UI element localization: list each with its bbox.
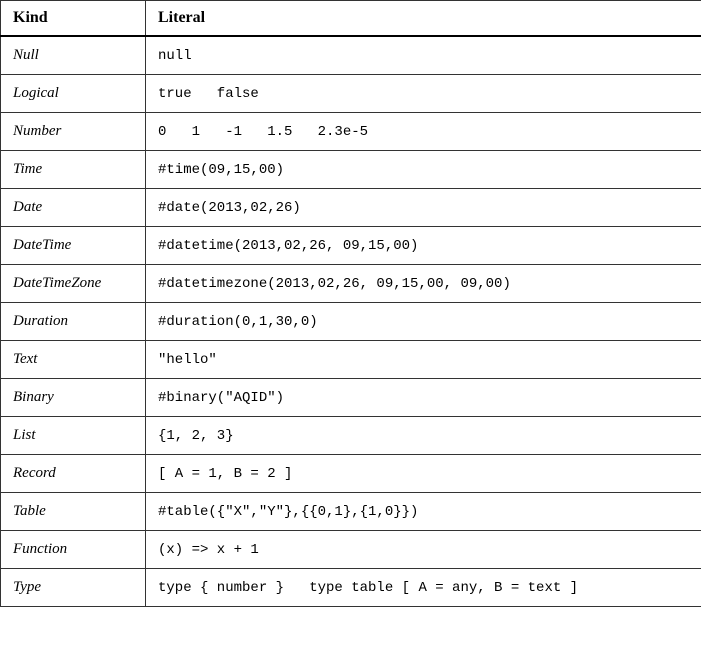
cell-kind: Number [1,113,146,151]
table-row: Function (x) => x + 1 [1,531,701,569]
cell-literal: #time(09,15,00) [146,151,701,189]
cell-kind: Date [1,189,146,227]
header-literal: Literal [146,1,701,37]
cell-kind: Null [1,36,146,75]
cell-kind: List [1,417,146,455]
cell-literal: [ A = 1, B = 2 ] [146,455,701,493]
cell-literal: #datetime(2013,02,26, 09,15,00) [146,227,701,265]
cell-kind: DateTime [1,227,146,265]
table-header-row: Kind Literal [1,1,701,37]
cell-literal: null [146,36,701,75]
table-row: Type type { number } type table [ A = an… [1,569,701,607]
table-row: Table #table({"X","Y"},{{0,1},{1,0}}) [1,493,701,531]
cell-literal: (x) => x + 1 [146,531,701,569]
cell-literal: #duration(0,1,30,0) [146,303,701,341]
table-row: Text "hello" [1,341,701,379]
cell-kind: Text [1,341,146,379]
cell-literal: {1, 2, 3} [146,417,701,455]
table-row: Record [ A = 1, B = 2 ] [1,455,701,493]
table-row: Duration #duration(0,1,30,0) [1,303,701,341]
cell-kind: Record [1,455,146,493]
header-kind: Kind [1,1,146,37]
table-row: Time #time(09,15,00) [1,151,701,189]
cell-kind: Table [1,493,146,531]
cell-literal: 0 1 -1 1.5 2.3e-5 [146,113,701,151]
cell-kind: Duration [1,303,146,341]
cell-literal: type { number } type table [ A = any, B … [146,569,701,607]
cell-kind: Type [1,569,146,607]
table-row: Logical true false [1,75,701,113]
cell-kind: DateTimeZone [1,265,146,303]
cell-kind: Binary [1,379,146,417]
table-row: Binary #binary("AQID") [1,379,701,417]
cell-literal: #datetimezone(2013,02,26, 09,15,00, 09,0… [146,265,701,303]
table-row: Date #date(2013,02,26) [1,189,701,227]
table-row: List {1, 2, 3} [1,417,701,455]
table-row: Null null [1,36,701,75]
cell-literal: #binary("AQID") [146,379,701,417]
cell-kind: Logical [1,75,146,113]
table-row: DateTime #datetime(2013,02,26, 09,15,00) [1,227,701,265]
cell-literal: true false [146,75,701,113]
cell-literal: #date(2013,02,26) [146,189,701,227]
kind-literal-table: Kind Literal Null null Logical true fals… [0,0,701,607]
cell-literal: #table({"X","Y"},{{0,1},{1,0}}) [146,493,701,531]
cell-kind: Time [1,151,146,189]
table-row: Number 0 1 -1 1.5 2.3e-5 [1,113,701,151]
table-row: DateTimeZone #datetimezone(2013,02,26, 0… [1,265,701,303]
cell-literal: "hello" [146,341,701,379]
cell-kind: Function [1,531,146,569]
